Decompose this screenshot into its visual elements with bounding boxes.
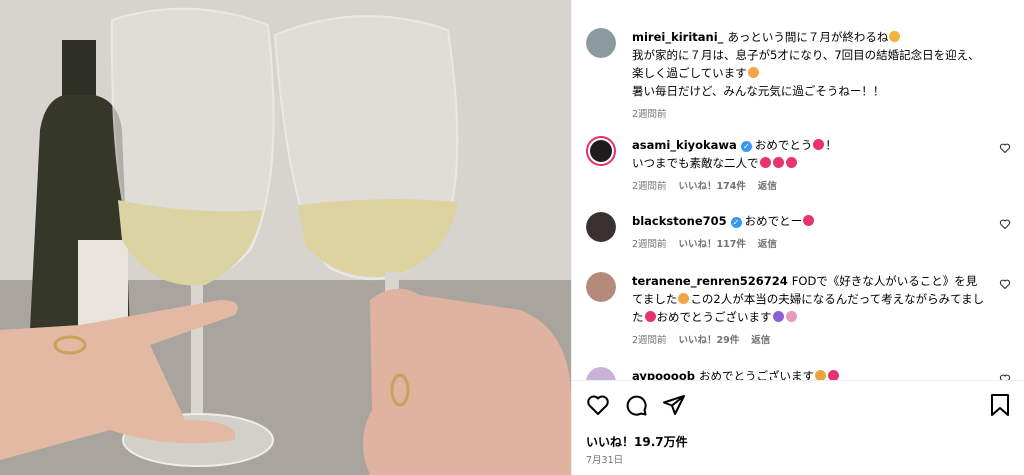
avatar[interactable] <box>586 367 616 380</box>
comments-scroll-area[interactable]: mirei_kiritani_ あっという間に７月が終わるね 我が家的に７月は、息… <box>572 0 1024 380</box>
bookmark-icon[interactable] <box>989 393 1011 417</box>
comment-likes[interactable]: いいね！117件 <box>679 236 746 250</box>
comment-username[interactable]: teranene_renren526724 <box>632 274 788 288</box>
comment-item: aypoooob おめでとうございます <box>586 367 1011 380</box>
post-photo <box>0 0 571 475</box>
heart-emoji <box>759 157 771 168</box>
post-view: mirei_kiritani_ あっという間に７月が終わるね 我が家的に７月は、息… <box>0 0 1024 475</box>
caption-meta: 2週間前 <box>632 106 1011 120</box>
reply-button[interactable]: 返信 <box>751 332 770 346</box>
heart-eyes-emoji <box>772 157 784 168</box>
bouquet-emoji <box>814 370 826 380</box>
sun-emoji <box>889 31 901 42</box>
comment-meta: 2週間前 いいね！117件 返信 <box>632 236 1011 250</box>
comment-likes[interactable]: いいね！29件 <box>679 332 740 346</box>
avatar[interactable] <box>586 212 616 242</box>
comment-text-line2: いつまでも素敵な二人で <box>632 156 759 170</box>
post-date[interactable]: 7月31日 <box>586 452 623 466</box>
comment-time[interactable]: 2週間前 <box>632 236 667 250</box>
comment-text: asami_kiyokawa ✓ おめでとう ！ いつまでも素敵な二人で <box>632 136 1011 172</box>
action-bar <box>586 393 686 417</box>
comment-username[interactable]: blackstone705 <box>632 214 727 228</box>
avatar[interactable] <box>586 28 616 58</box>
post-caption: mirei_kiritani_ あっという間に７月が終わるね 我が家的に７月は、息… <box>586 28 1011 120</box>
post-actions: いいね！19.7万件 7月31日 <box>572 380 1024 475</box>
comment-username[interactable]: aypoooob <box>632 369 695 380</box>
comment-icon[interactable] <box>624 393 648 417</box>
comment-item: blackstone705 ✓ おめでとー 2週間前 いいね！117件 返信 <box>586 212 1011 250</box>
smile-emoji <box>678 293 690 304</box>
comment-text-line3: おめでとうございます <box>656 310 772 324</box>
caption-username[interactable]: mirei_kiritani_ <box>632 30 723 44</box>
party-emoji <box>772 311 784 322</box>
caption-time[interactable]: 2週間前 <box>632 106 667 120</box>
caption-line1: あっという間に７月が終わるね <box>727 30 889 44</box>
comment-username[interactable]: asami_kiyokawa <box>632 138 737 152</box>
heart-icon[interactable] <box>586 393 610 417</box>
comment-meta: 2週間前 いいね！29件 返信 <box>632 332 1011 346</box>
like-comment-heart-icon[interactable] <box>999 142 1011 154</box>
caption-text: mirei_kiritani_ あっという間に７月が終わるね 我が家的に７月は、息… <box>632 28 1011 100</box>
heart-eyes-emoji <box>813 139 825 150</box>
caption-line3: 暑い毎日だけど、みんな元気に過ごそうねー！！ <box>632 84 885 98</box>
like-comment-heart-icon[interactable] <box>999 218 1011 230</box>
verified-badge-icon: ✓ <box>730 217 742 228</box>
comment-text-suffix: ！ <box>825 138 837 152</box>
wine-glasses-photo <box>0 0 571 475</box>
like-comment-heart-icon[interactable] <box>999 373 1011 380</box>
avatar[interactable] <box>586 272 616 302</box>
avatar[interactable] <box>586 136 616 166</box>
like-comment-heart-icon[interactable] <box>999 278 1011 290</box>
comment-text: aypoooob おめでとうございます <box>632 367 1011 380</box>
comment-time[interactable]: 2週間前 <box>632 332 667 346</box>
comment-text-line1: おめでとー <box>744 214 803 228</box>
reply-button[interactable]: 返信 <box>758 178 777 192</box>
caption-line2: 我が家的に７月は、息子が5才になり、7回目の結婚記念日を迎え、楽しく過ごしていま… <box>632 48 980 80</box>
likes-count[interactable]: いいね！19.7万件 <box>586 433 688 450</box>
heart-emoji <box>827 370 839 380</box>
comment-text: teranene_renren526724 FODで《好きな人がいること》を見てま… <box>632 272 1011 326</box>
comment-text-line1: おめでとう <box>754 138 813 152</box>
comment-time[interactable]: 2週間前 <box>632 178 667 192</box>
comments-panel: mirei_kiritani_ あっという間に７月が終わるね 我が家的に７月は、息… <box>571 0 1024 475</box>
smile-emoji <box>747 67 759 78</box>
comment-text-line1: おめでとうございます <box>698 369 814 380</box>
comment-text: blackstone705 ✓ おめでとー <box>632 212 1011 230</box>
heart-emoji <box>785 157 797 168</box>
celebration-emoji <box>785 311 797 322</box>
comment-item: teranene_renren526724 FODで《好きな人がいること》を見てま… <box>586 272 1011 346</box>
heart-emoji <box>803 215 815 226</box>
comment-likes[interactable]: いいね！174件 <box>679 178 746 192</box>
reply-button[interactable]: 返信 <box>758 236 777 250</box>
share-icon[interactable] <box>662 393 686 417</box>
heart-emoji <box>644 311 656 322</box>
verified-badge-icon: ✓ <box>740 141 752 152</box>
comment-item: asami_kiyokawa ✓ おめでとう ！ いつまでも素敵な二人で 2週間前 い… <box>586 136 1011 192</box>
comment-meta: 2週間前 いいね！174件 返信 <box>632 178 1011 192</box>
